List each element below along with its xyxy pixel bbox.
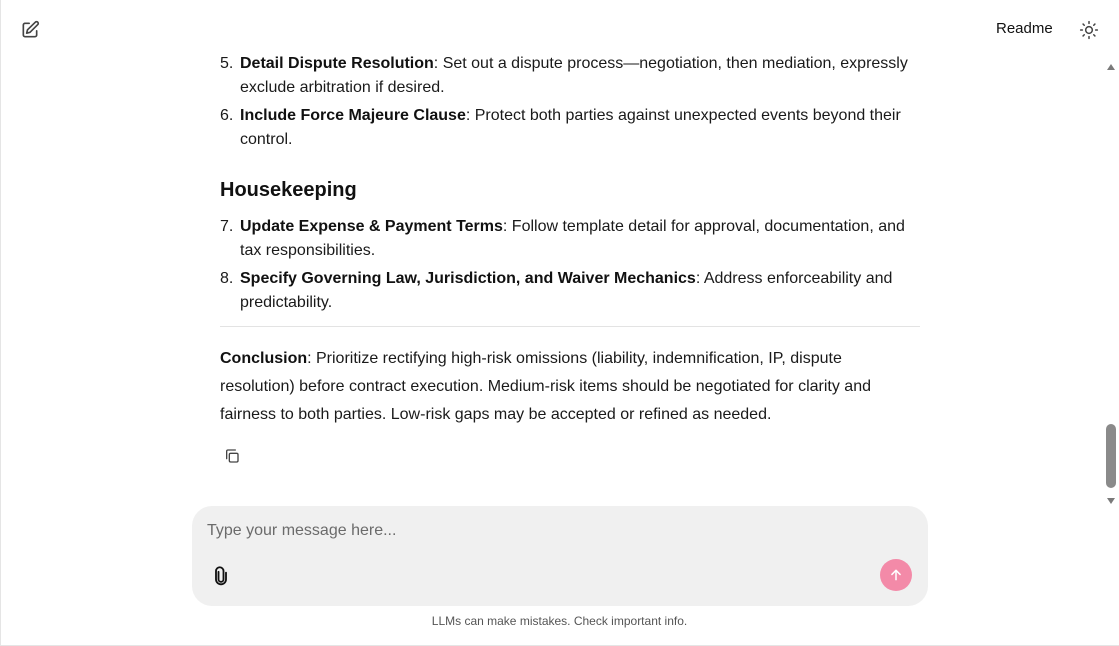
scroll-up-arrow[interactable] (1107, 64, 1115, 70)
conclusion-label: Conclusion (220, 350, 308, 367)
edit-square-icon (22, 20, 40, 38)
copy-button[interactable] (222, 446, 242, 466)
section-heading: Housekeeping (220, 179, 357, 201)
chat-page: Readme 5. Detail Dispute Resolution: Set… (0, 0, 1119, 646)
list-item-title: Update Expense & Payment Terms (240, 218, 503, 235)
recommendation-list: 5. Detail Dispute Resolution: Set out a … (220, 52, 920, 152)
list-item-title: Include Force Majeure Clause (240, 107, 466, 124)
list-item-title: Specify Governing Law, Jurisdiction, and… (240, 270, 696, 287)
message-composer (192, 506, 928, 606)
new-chat-button[interactable] (18, 18, 42, 42)
scroll-thumb[interactable] (1106, 424, 1116, 488)
list-item: 7. Update Expense & Payment Terms: Follo… (220, 215, 920, 263)
scroll-down-arrow[interactable] (1107, 498, 1115, 504)
list-item: 8. Specify Governing Law, Jurisdiction, … (220, 267, 920, 315)
send-button[interactable] (880, 559, 912, 591)
sun-icon (1079, 20, 1099, 40)
arrow-up-icon (891, 569, 901, 581)
list-item: 5. Detail Dispute Resolution: Set out a … (220, 52, 920, 100)
list-number: 6. (220, 107, 234, 124)
list-number: 7. (220, 218, 234, 235)
message-input[interactable] (207, 518, 907, 544)
scrollbar[interactable] (1104, 60, 1118, 506)
list-number: 5. (220, 55, 234, 72)
readme-link[interactable]: Readme (996, 20, 1053, 37)
conclusion-paragraph: Conclusion: Prioritize rectifying high-r… (220, 345, 920, 429)
disclaimer-text: LLMs can make mistakes. Check important … (431, 614, 688, 628)
theme-toggle-button[interactable] (1078, 19, 1100, 41)
divider (220, 326, 920, 327)
list-number: 8. (220, 270, 234, 287)
paperclip-icon (215, 566, 227, 586)
list-item-title: Detail Dispute Resolution (240, 55, 434, 72)
list-item: 6. Include Force Majeure Clause: Protect… (220, 104, 920, 152)
housekeeping-list: 7. Update Expense & Payment Terms: Follo… (220, 215, 920, 315)
attach-button[interactable] (210, 565, 232, 587)
copy-icon (226, 449, 239, 463)
assistant-message: 5. Detail Dispute Resolution: Set out a … (220, 52, 920, 429)
conclusion-text: : Prioritize rectifying high-risk omissi… (220, 350, 871, 423)
